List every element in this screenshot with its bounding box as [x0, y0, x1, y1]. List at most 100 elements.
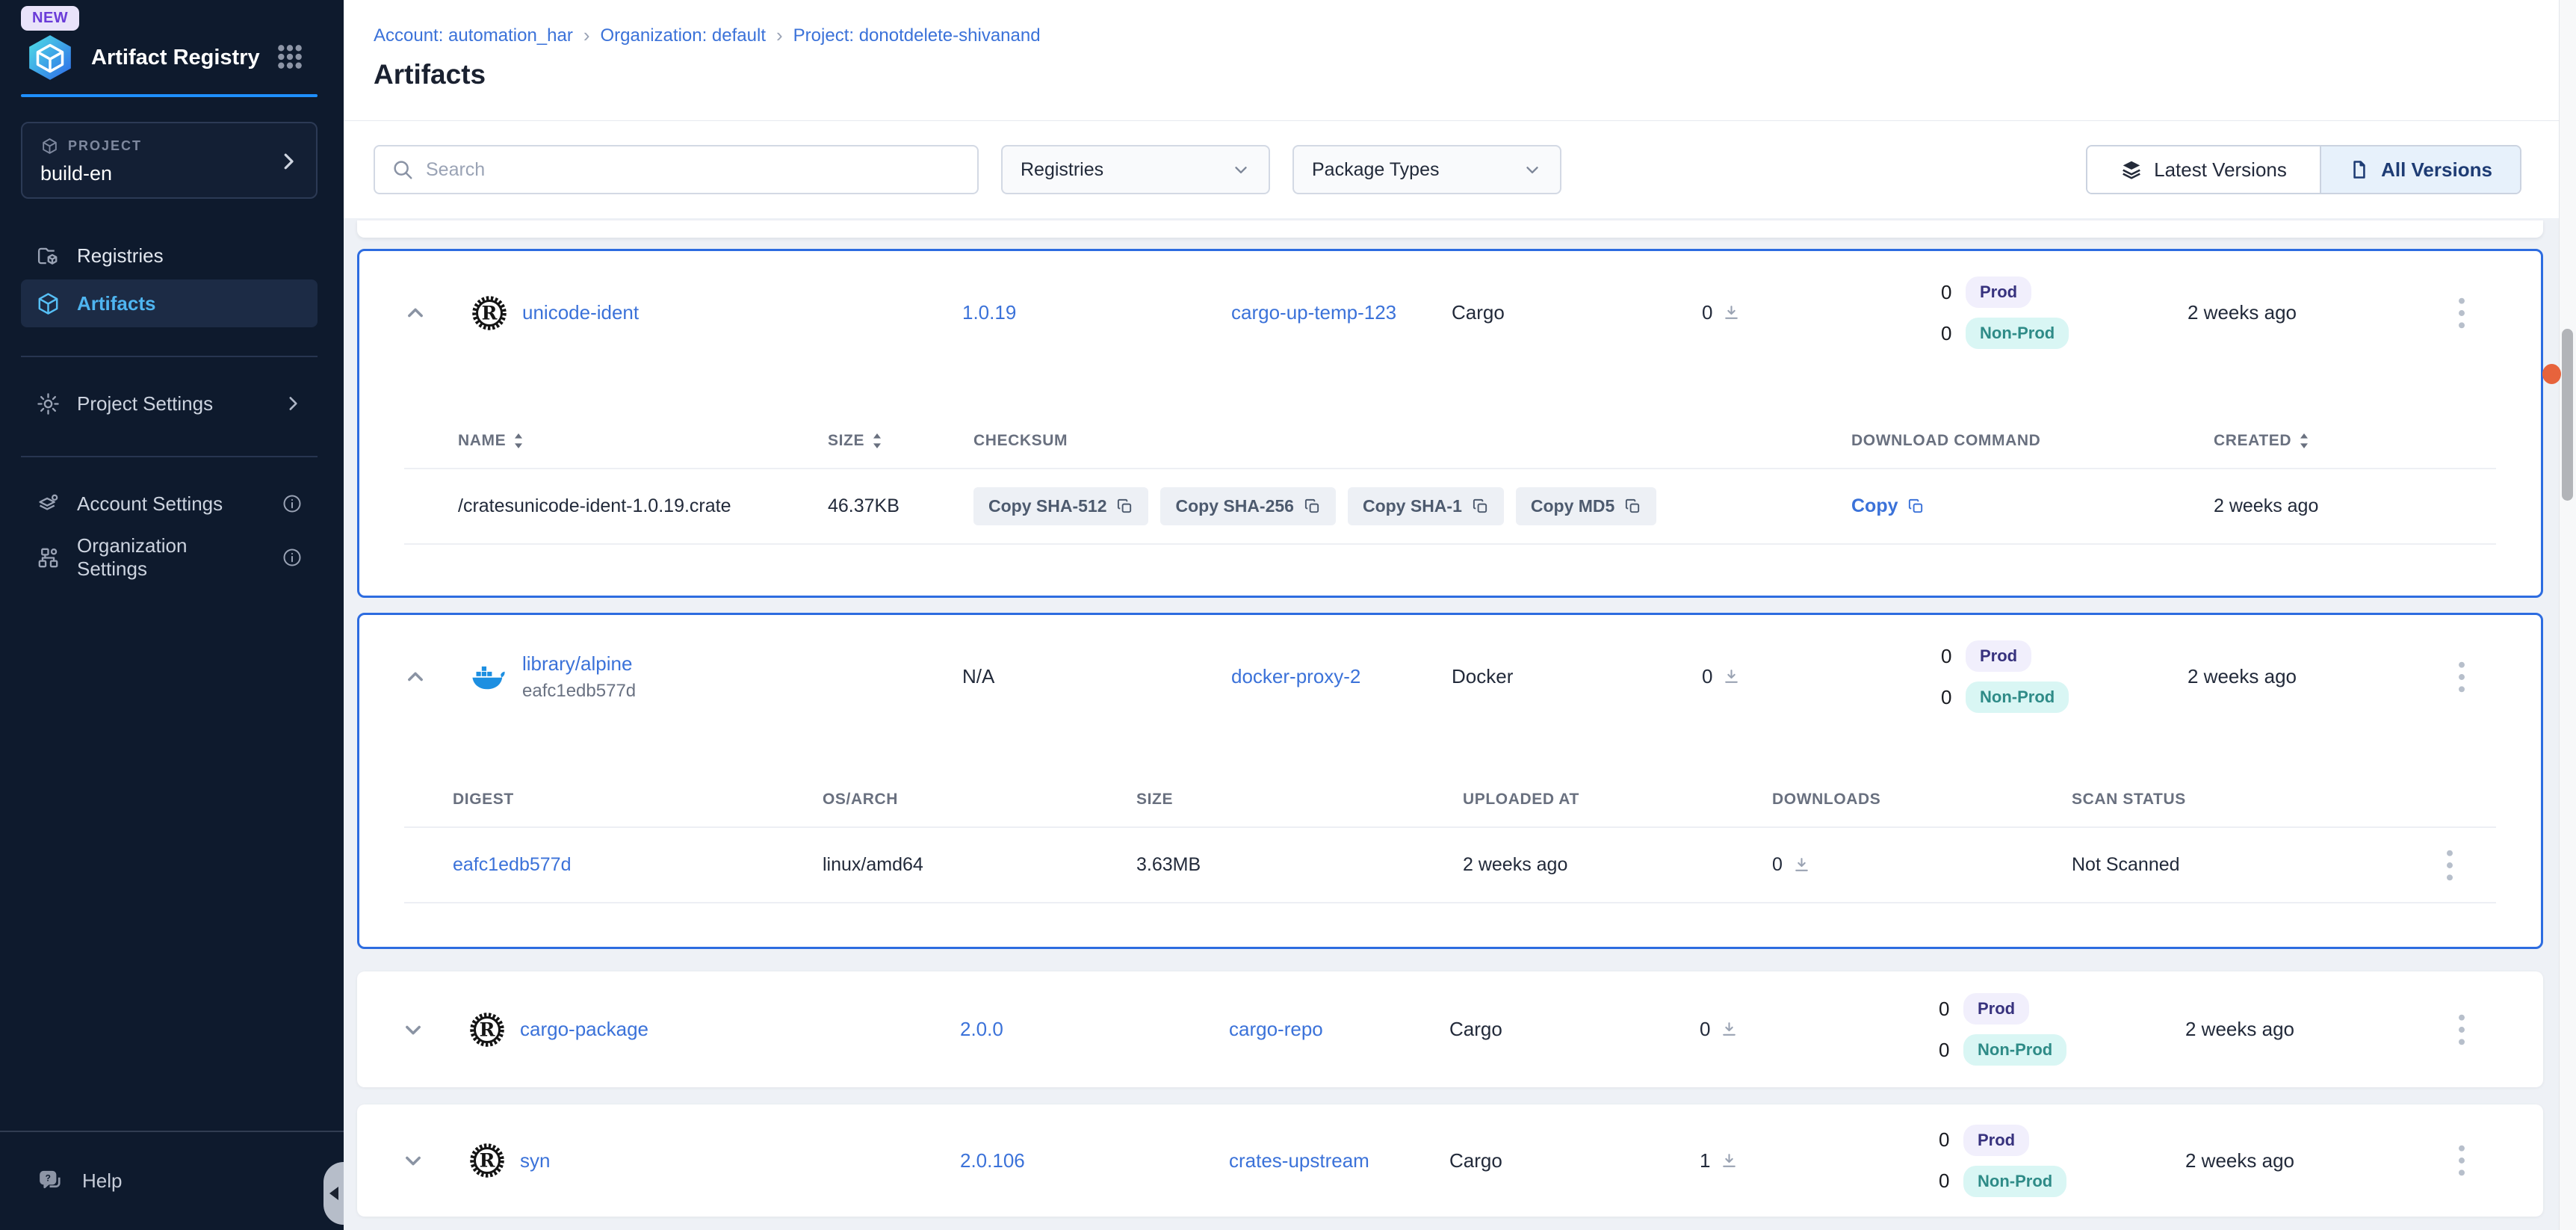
download-icon: [1722, 667, 1741, 686]
sidebar-item-account-settings[interactable]: Account Settings: [21, 480, 318, 528]
download-icon: [1720, 1152, 1739, 1170]
prod-badge: Prod: [1963, 1125, 2029, 1156]
artifact-card-cargo-package: R cargo-package 2.0.0 cargo-repo Cargo 0…: [357, 971, 2543, 1087]
digest-link[interactable]: eafc1edb577d: [453, 854, 823, 876]
artifact-version-link[interactable]: 2.0.0: [960, 1018, 1003, 1040]
copy-download-command-button[interactable]: Copy: [1851, 495, 1925, 517]
sidebar-item-project-settings[interactable]: Project Settings: [21, 380, 318, 427]
digest-download-count: 0: [1772, 854, 1783, 876]
chevron-up-icon: [405, 303, 426, 324]
artifact-list: R unicode-ident 1.0.19 cargo-up-temp-123…: [344, 218, 2559, 1230]
copy-sha-1-button[interactable]: Copy SHA-1: [1348, 487, 1504, 525]
artifact-version-link[interactable]: 2.0.106: [960, 1149, 1025, 1172]
download-count: 0: [1700, 1018, 1710, 1041]
project-name: build-en: [40, 162, 298, 185]
help-button[interactable]: ? Help: [0, 1131, 344, 1230]
svg-text:?: ?: [46, 1172, 51, 1183]
package-types-filter-dropdown[interactable]: Package Types: [1292, 145, 1561, 194]
artifact-name-link[interactable]: cargo-package: [520, 1018, 648, 1041]
package-type: Cargo: [1449, 1149, 1502, 1172]
app-grid-icon[interactable]: [275, 42, 305, 72]
org-chart-gear-icon: [36, 546, 61, 570]
artifact-name-link[interactable]: library/alpine: [522, 652, 636, 676]
chevron-down-icon: [1523, 160, 1542, 179]
sidebar-collapse-handle[interactable]: [323, 1162, 344, 1225]
filter-bar: Registries Package Types Latest V: [344, 121, 2559, 218]
sidebar: NEW Artifact Registry: [0, 0, 344, 1230]
layers-icon: [2120, 158, 2143, 181]
page-header: Account: automation_har › Organization: …: [344, 0, 2559, 121]
scan-status: Not Scanned: [2072, 854, 2403, 876]
download-icon: [1722, 303, 1741, 322]
all-versions-label: All Versions: [2381, 158, 2492, 182]
expand-row-button[interactable]: [398, 1146, 428, 1175]
copy-sha-512-button[interactable]: Copy SHA-512: [973, 487, 1148, 525]
breadcrumb-account-link[interactable]: Account: automation_har: [374, 25, 573, 46]
artifact-registry-link[interactable]: docker-proxy-2: [1231, 665, 1360, 687]
collapse-left-icon: [329, 1187, 338, 1200]
expand-row-button[interactable]: [398, 1015, 428, 1045]
row-menu-button[interactable]: [2447, 1139, 2476, 1182]
package-type: Docker: [1452, 665, 1513, 687]
artifact-registry-link[interactable]: cargo-up-temp-123: [1231, 301, 1396, 324]
file-size: 46.37KB: [828, 495, 973, 517]
digest-table-header: DIGESTOS/ARCHSIZEUPLOADED ATDOWNLOADSSCA…: [404, 738, 2496, 828]
copy-md5-button[interactable]: Copy MD5: [1516, 487, 1656, 525]
cargo-icon: R: [471, 295, 507, 331]
latest-versions-button[interactable]: Latest Versions: [2087, 146, 2321, 193]
sidebar-divider: [21, 456, 318, 457]
chevron-right-icon: [283, 394, 303, 413]
sort-icon: [2299, 433, 2309, 448]
sidebar-item-registries[interactable]: Registries: [21, 232, 318, 279]
column-header-created[interactable]: CREATED: [2214, 432, 2496, 450]
package-type: Cargo: [1449, 1018, 1502, 1040]
digest-menu-button[interactable]: [2436, 844, 2464, 887]
created-at: 2 weeks ago: [2185, 1149, 2294, 1172]
new-badge: NEW: [21, 6, 79, 31]
collapse-row-button[interactable]: [400, 662, 430, 692]
registries-filter-dropdown[interactable]: Registries: [1001, 145, 1270, 194]
sidebar-item-organization-settings[interactable]: Organization Settings: [21, 534, 318, 581]
previous-row-edge: [357, 220, 2543, 238]
scrollbar-track[interactable]: [2559, 0, 2576, 1230]
prod-count: 0: [1939, 998, 1951, 1021]
column-header-name[interactable]: NAME: [458, 432, 828, 450]
info-icon[interactable]: [282, 547, 303, 568]
scrollbar-thumb[interactable]: [2562, 329, 2573, 501]
sidebar-item-label: Organization Settings: [77, 534, 249, 581]
row-menu-button[interactable]: [2447, 655, 2476, 699]
column-header-scan-status: SCAN STATUS: [2072, 791, 2403, 809]
artifact-registry-link[interactable]: crates-upstream: [1229, 1149, 1369, 1172]
search-input[interactable]: [426, 159, 961, 181]
artifact-version: N/A: [962, 665, 994, 687]
column-header-size[interactable]: SIZE: [828, 432, 973, 450]
artifact-name-link[interactable]: syn: [520, 1149, 550, 1172]
project-selector[interactable]: PROJECT build-en: [21, 122, 318, 199]
sidebar-nav: Registries Artifacts Project Settings: [21, 232, 318, 581]
row-menu-button[interactable]: [2447, 291, 2476, 335]
info-icon[interactable]: [282, 493, 303, 514]
breadcrumb-organization-link[interactable]: Organization: default: [601, 25, 766, 46]
breadcrumb-project-link[interactable]: Project: donotdelete-shivanand: [793, 25, 1041, 46]
download-icon: [1792, 856, 1811, 874]
all-versions-button[interactable]: All Versions: [2321, 146, 2520, 193]
brand-underline: [21, 94, 318, 97]
file-name: /cratesunicode-ident-1.0.19.crate: [458, 495, 828, 517]
cargo-icon: R: [469, 1143, 505, 1178]
artifact-version-link[interactable]: 1.0.19: [962, 301, 1016, 324]
artifact-registry-link[interactable]: cargo-repo: [1229, 1018, 1323, 1040]
copy-sha-256-button[interactable]: Copy SHA-256: [1160, 487, 1335, 525]
row-menu-button[interactable]: [2447, 1008, 2476, 1051]
app-logo-cube-icon: [25, 33, 75, 82]
page-title: Artifacts: [374, 59, 2559, 90]
artifact-row: R cargo-package 2.0.0 cargo-repo Cargo 0…: [357, 971, 2543, 1087]
created-at: 2 weeks ago: [2185, 1018, 2294, 1040]
collapse-row-button[interactable]: [400, 298, 430, 328]
versions-toggle-group: Latest Versions All Versions: [2086, 145, 2521, 194]
artifact-name-link[interactable]: unicode-ident: [522, 301, 639, 324]
registry-folder-icon: [36, 244, 61, 268]
chevron-up-icon: [405, 667, 426, 687]
package-types-filter-label: Package Types: [1312, 159, 1439, 181]
sidebar-item-artifacts[interactable]: Artifacts: [21, 279, 318, 327]
artifact-row: R syn 2.0.106 crates-upstream Cargo 1 0P…: [357, 1104, 2543, 1217]
